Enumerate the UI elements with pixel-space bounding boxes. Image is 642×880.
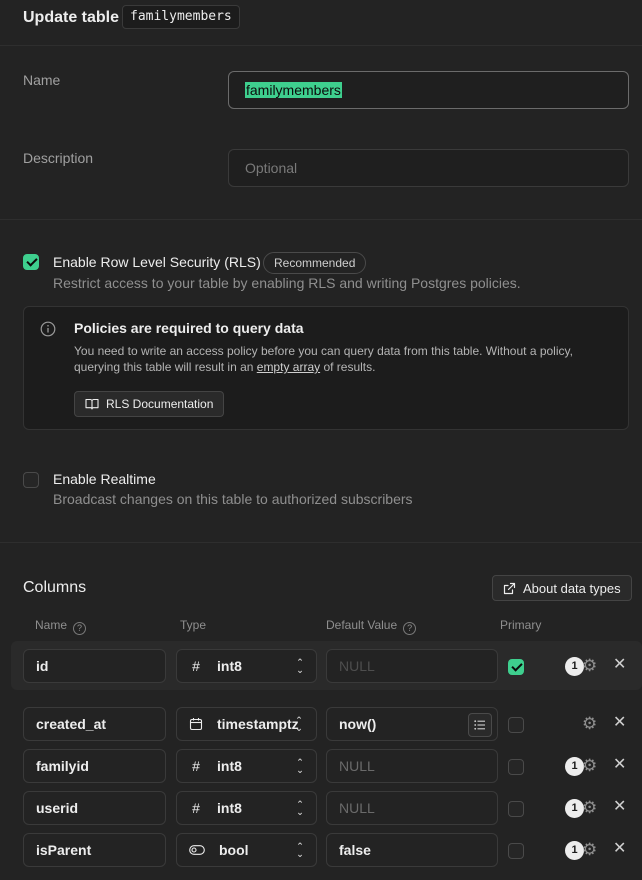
column-type-select[interactable]: # int8 ⌃ ⌄ bbox=[176, 649, 317, 683]
info-icon bbox=[40, 321, 56, 337]
suggestions-button[interactable] bbox=[468, 713, 492, 737]
col-header-type: Type bbox=[180, 618, 207, 632]
primary-checkbox[interactable] bbox=[508, 843, 524, 859]
column-name-input[interactable]: userid bbox=[23, 791, 166, 825]
recommended-badge: Recommended bbox=[263, 252, 367, 274]
close-icon[interactable]: ✕ bbox=[613, 757, 626, 773]
column-name-input[interactable]: id bbox=[23, 649, 166, 683]
list-icon bbox=[474, 720, 485, 730]
column-name-input[interactable]: isParent bbox=[23, 833, 166, 867]
rls-description: Restrict access to your table by enablin… bbox=[53, 275, 521, 291]
empty-array-link[interactable]: empty array bbox=[257, 360, 320, 374]
col-header-primary: Primary bbox=[500, 618, 542, 632]
column-type-select[interactable]: # int8 ⌃ ⌄ bbox=[176, 791, 317, 825]
primary-checkbox[interactable] bbox=[508, 717, 524, 733]
column-name-input[interactable]: created_at bbox=[23, 707, 166, 741]
close-icon[interactable]: ✕ bbox=[613, 657, 626, 673]
close-icon[interactable]: ✕ bbox=[613, 799, 626, 815]
primary-checkbox[interactable] bbox=[508, 759, 524, 775]
divider bbox=[0, 219, 642, 220]
column-type-select[interactable]: # int8 ⌃ ⌄ bbox=[176, 749, 317, 783]
column-default-input[interactable]: NULL bbox=[326, 749, 498, 783]
name-label: Name bbox=[23, 72, 61, 88]
callout-body: You need to write an access policy befor… bbox=[74, 343, 604, 375]
description-input[interactable]: Optional bbox=[228, 149, 629, 187]
chevron-updown-icon: ⌃ ⌄ bbox=[295, 715, 303, 733]
close-icon[interactable]: ✕ bbox=[613, 715, 626, 731]
callout-body-text-end: of results. bbox=[320, 360, 376, 374]
name-input-value: familymembers bbox=[245, 82, 342, 98]
panel-title: Update table bbox=[23, 9, 120, 26]
hash-icon: # bbox=[192, 800, 200, 816]
col-header-name: Name? bbox=[35, 618, 87, 635]
about-data-types-label: About data types bbox=[523, 580, 621, 596]
column-type-select[interactable]: bool ⌃ ⌄ bbox=[176, 833, 317, 867]
help-icon[interactable]: ? bbox=[73, 622, 87, 635]
gear-icon[interactable]: ⚙ bbox=[582, 799, 597, 816]
column-name-input[interactable]: familyid bbox=[23, 749, 166, 783]
rls-documentation-label: RLS Documentation bbox=[106, 397, 214, 411]
chevron-updown-icon: ⌃ ⌄ bbox=[296, 799, 304, 817]
chevron-updown-icon: ⌃ ⌄ bbox=[296, 841, 304, 859]
col-header-default: Default Value? bbox=[326, 618, 417, 635]
gear-icon[interactable]: ⚙ bbox=[582, 715, 597, 732]
rls-label: Enable Row Level Security (RLS) bbox=[53, 254, 261, 270]
chevron-updown-icon: ⌃ ⌄ bbox=[296, 757, 304, 775]
callout-title: Policies are required to query data bbox=[74, 320, 304, 336]
description-placeholder: Optional bbox=[245, 160, 298, 176]
about-data-types-button[interactable]: About data types bbox=[492, 575, 632, 601]
column-default-input[interactable]: NULL bbox=[326, 791, 498, 825]
book-icon bbox=[85, 398, 99, 410]
help-icon[interactable]: ? bbox=[403, 622, 417, 635]
primary-checkbox[interactable] bbox=[508, 801, 524, 817]
name-input[interactable]: familymembers bbox=[228, 71, 629, 109]
chevron-updown-icon: ⌃ ⌄ bbox=[296, 657, 304, 675]
toggle-icon bbox=[189, 845, 205, 855]
primary-checkbox[interactable] bbox=[508, 659, 524, 675]
gear-icon[interactable]: ⚙ bbox=[582, 657, 597, 674]
external-link-icon bbox=[503, 582, 516, 594]
calendar-icon bbox=[189, 718, 203, 731]
gear-icon[interactable]: ⚙ bbox=[582, 841, 597, 858]
divider bbox=[0, 45, 642, 46]
column-default-input[interactable]: NULL bbox=[326, 649, 498, 683]
description-label: Description bbox=[23, 150, 94, 166]
table-name-code: familymembers bbox=[122, 5, 240, 29]
divider bbox=[0, 542, 642, 543]
realtime-checkbox[interactable] bbox=[23, 472, 39, 488]
close-icon[interactable]: ✕ bbox=[613, 841, 626, 857]
realtime-label: Enable Realtime bbox=[53, 471, 156, 487]
policies-callout: Policies are required to query data You … bbox=[23, 306, 629, 430]
column-default-input[interactable]: now() bbox=[326, 707, 498, 741]
column-default-input[interactable]: false bbox=[326, 833, 498, 867]
realtime-description: Broadcast changes on this table to autho… bbox=[53, 491, 413, 507]
hash-icon: # bbox=[192, 758, 200, 774]
column-type-select[interactable]: timestamptz ⌃ ⌄ bbox=[176, 707, 317, 741]
columns-title: Columns bbox=[23, 579, 87, 596]
hash-icon: # bbox=[192, 658, 200, 674]
rls-checkbox[interactable] bbox=[23, 254, 39, 270]
rls-documentation-button[interactable]: RLS Documentation bbox=[74, 391, 225, 417]
gear-icon[interactable]: ⚙ bbox=[582, 757, 597, 774]
